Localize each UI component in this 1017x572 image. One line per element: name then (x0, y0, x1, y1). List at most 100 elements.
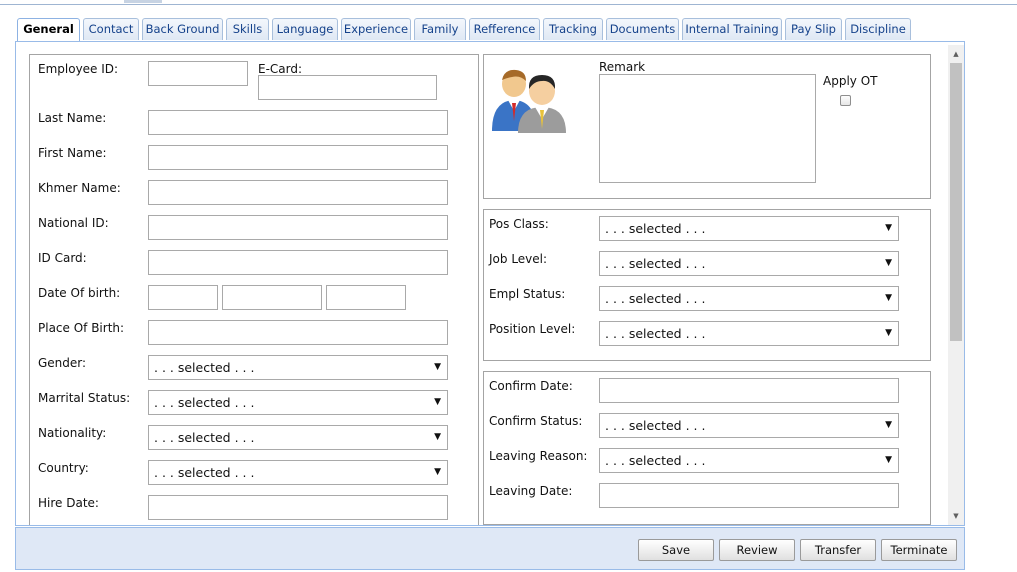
employee-id-label: Employee ID: (38, 62, 119, 76)
confirm-status-select-value: . . . selected . . . (605, 418, 706, 433)
pos-class-label: Pos Class: (489, 217, 549, 231)
dropdown-arrow-icon: ▼ (885, 258, 892, 268)
action-bar: Save Review Transfer Terminate (15, 527, 965, 570)
tab-family[interactable]: Family (414, 18, 466, 40)
empl-status-select[interactable]: . . . selected . . . ▼ (599, 286, 899, 311)
first-name-input[interactable] (148, 145, 448, 170)
tab-tracking[interactable]: Tracking (543, 18, 603, 40)
dropdown-arrow-icon: ▼ (885, 328, 892, 338)
place-of-birth-input[interactable] (148, 320, 448, 345)
country-select[interactable]: . . . selected . . . ▼ (148, 460, 448, 485)
empl-status-label: Empl Status: (489, 287, 566, 301)
position-level-select-value: . . . selected . . . (605, 326, 706, 341)
confirm-date-label: Confirm Date: (489, 379, 573, 393)
save-button[interactable]: Save (638, 539, 714, 561)
terminate-button[interactable]: Terminate (881, 539, 957, 561)
id-card-label: ID Card: (38, 251, 87, 265)
tab-documents[interactable]: Documents (606, 18, 679, 40)
tab-reference[interactable]: Refference (469, 18, 540, 40)
hire-date-label: Hire Date: (38, 496, 99, 510)
dropdown-arrow-icon: ▼ (885, 223, 892, 233)
confirmation-section: Confirm Date: Confirm Status: . . . sele… (483, 371, 931, 525)
job-level-label: Job Level: (489, 252, 548, 266)
transfer-button[interactable]: Transfer (800, 539, 876, 561)
khmer-name-label: Khmer Name: (38, 181, 121, 195)
dropdown-arrow-icon: ▼ (434, 467, 441, 477)
national-id-label: National ID: (38, 216, 109, 230)
gender-label: Gender: (38, 356, 87, 370)
review-button[interactable]: Review (719, 539, 795, 561)
id-card-input[interactable] (148, 250, 448, 275)
personal-info-section: Employee ID: E-Card: Last Name: First Na… (29, 54, 479, 525)
tab-contact[interactable]: Contact (83, 18, 139, 40)
top-indicator (124, 0, 162, 3)
employee-id-input[interactable] (148, 61, 248, 86)
leaving-date-input[interactable] (599, 483, 899, 508)
dob-day-input[interactable] (148, 285, 218, 310)
dropdown-arrow-icon: ▼ (434, 397, 441, 407)
tab-background[interactable]: Back Ground (142, 18, 223, 40)
place-of-birth-label: Place Of Birth: (38, 321, 125, 335)
tab-language[interactable]: Language (272, 18, 338, 40)
national-id-input[interactable] (148, 215, 448, 240)
e-card-input[interactable] (258, 75, 437, 100)
confirm-status-select[interactable]: . . . selected . . . ▼ (599, 413, 899, 438)
nationality-select-value: . . . selected . . . (154, 430, 255, 445)
e-card-label: E-Card: (258, 62, 303, 76)
marital-status-select[interactable]: . . . selected . . . ▼ (148, 390, 448, 415)
country-label: Country: (38, 461, 89, 475)
position-section: Pos Class: . . . selected . . . ▼ Job Lev… (483, 209, 931, 361)
leaving-date-label: Leaving Date: (489, 484, 573, 498)
leaving-reason-label: Leaving Reason: (489, 449, 588, 463)
tab-experience[interactable]: Experience (341, 18, 411, 40)
first-name-label: First Name: (38, 146, 107, 160)
date-of-birth-label: Date Of birth: (38, 286, 121, 300)
marital-status-select-value: . . . selected . . . (154, 395, 255, 410)
general-panel: Employee ID: E-Card: Last Name: First Na… (15, 41, 965, 526)
nationality-select[interactable]: . . . selected . . . ▼ (148, 425, 448, 450)
tab-discipline[interactable]: Discipline (845, 18, 911, 40)
hire-date-input[interactable] (148, 495, 448, 520)
khmer-name-input[interactable] (148, 180, 448, 205)
scroll-down-icon[interactable]: ▼ (948, 509, 964, 523)
apply-ot-label: Apply OT (823, 74, 878, 88)
pos-class-select[interactable]: . . . selected . . . ▼ (599, 216, 899, 241)
tab-skills[interactable]: Skills (226, 18, 269, 40)
dob-month-input[interactable] (222, 285, 322, 310)
confirm-date-input[interactable] (599, 378, 899, 403)
employee-users-icon (490, 67, 570, 133)
marital-status-label: Marrital Status: (38, 391, 131, 405)
last-name-input[interactable] (148, 110, 448, 135)
job-level-select[interactable]: . . . selected . . . ▼ (599, 251, 899, 276)
gender-select-value: . . . selected . . . (154, 360, 255, 375)
window-top-border (0, 0, 1017, 5)
dob-year-input[interactable] (326, 285, 406, 310)
dropdown-arrow-icon: ▼ (885, 420, 892, 430)
scroll-up-icon[interactable]: ▲ (948, 47, 964, 61)
last-name-label: Last Name: (38, 111, 107, 125)
dropdown-arrow-icon: ▼ (434, 362, 441, 372)
dropdown-arrow-icon: ▼ (885, 455, 892, 465)
leaving-reason-select-value: . . . selected . . . (605, 453, 706, 468)
pos-class-select-value: . . . selected . . . (605, 221, 706, 236)
gender-select[interactable]: . . . selected . . . ▼ (148, 355, 448, 380)
country-select-value: . . . selected . . . (154, 465, 255, 480)
dropdown-arrow-icon: ▼ (434, 432, 441, 442)
position-level-label: Position Level: (489, 322, 576, 336)
vertical-scrollbar[interactable]: ▲ ▼ (948, 45, 964, 525)
remark-label: Remark (599, 60, 646, 74)
tab-pay-slip[interactable]: Pay Slip (785, 18, 842, 40)
nationality-label: Nationality: (38, 426, 107, 440)
dropdown-arrow-icon: ▼ (885, 293, 892, 303)
apply-ot-checkbox[interactable] (840, 95, 851, 106)
photo-remark-section: Remark Apply OT (483, 54, 931, 199)
scrollbar-thumb[interactable] (950, 63, 962, 341)
tab-general[interactable]: General (17, 18, 80, 43)
empl-status-select-value: . . . selected . . . (605, 291, 706, 306)
position-level-select[interactable]: . . . selected . . . ▼ (599, 321, 899, 346)
leaving-reason-select[interactable]: . . . selected . . . ▼ (599, 448, 899, 473)
job-level-select-value: . . . selected . . . (605, 256, 706, 271)
tab-internal-training[interactable]: Internal Training (682, 18, 782, 40)
confirm-status-label: Confirm Status: (489, 414, 583, 428)
remark-textarea[interactable] (599, 74, 816, 183)
